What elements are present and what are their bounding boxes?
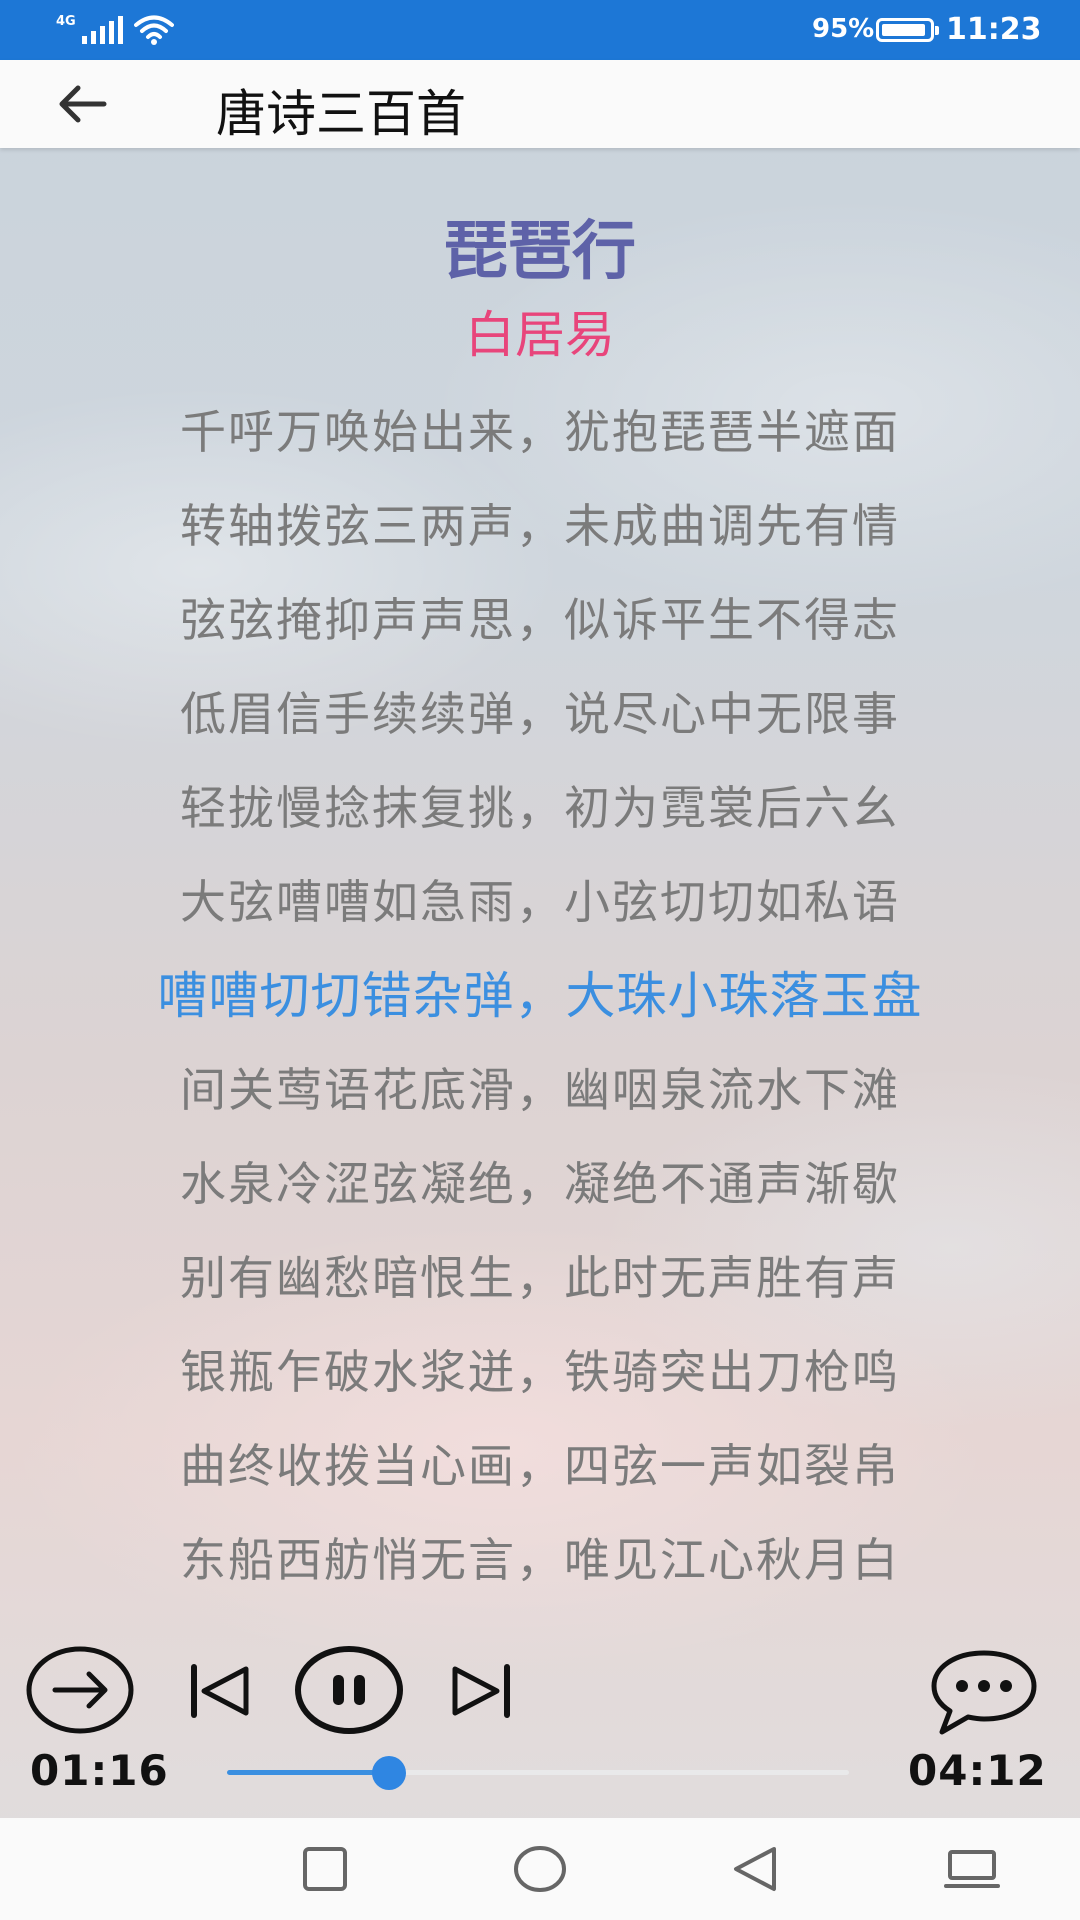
chat-bubble-icon[interactable] <box>928 1648 1040 1736</box>
poem-line[interactable]: 千呼万唤始出来，犹抱琵琶半遮面 <box>0 396 1080 490</box>
page-title: 唐诗三百首 <box>216 85 466 143</box>
poem-line[interactable]: 转轴拨弦三两声，未成曲调先有情 <box>0 490 1080 584</box>
arrow-left-icon[interactable] <box>52 78 112 130</box>
current-time: 01:16 <box>30 1746 169 1795</box>
poem-title: 琵琶行 <box>444 215 636 289</box>
skip-next-icon[interactable] <box>449 1663 513 1719</box>
poem-line[interactable]: 曲终收拨当心画，四弦一声如裂帛 <box>0 1430 1080 1524</box>
poem-line[interactable]: 水泉冷涩弦凝绝，凝绝不通声渐歇 <box>0 1148 1080 1242</box>
progress-slider[interactable] <box>227 1756 849 1790</box>
poem-author: 白居易 <box>465 306 615 364</box>
pause-circle-icon[interactable] <box>294 1645 404 1735</box>
progress-thumb[interactable] <box>371 1756 406 1790</box>
clock: 11:23 <box>946 12 1042 47</box>
progress-played <box>227 1770 389 1775</box>
poem-line-active[interactable]: 嘈嘈切切错杂弹，大珠小珠落玉盘 <box>0 960 1080 1054</box>
total-time: 04:12 <box>908 1746 1047 1795</box>
signal-icon <box>82 16 123 44</box>
circle-arrow-right-icon[interactable] <box>25 1645 135 1735</box>
square-icon[interactable] <box>300 1844 350 1894</box>
app-bar: 唐诗三百首 <box>0 60 1080 148</box>
battery-icon <box>876 18 939 42</box>
poem-lines: 千呼万唤始出来，犹抱琵琶半遮面 转轴拨弦三两声，未成曲调先有情 弦弦掩抑声声思，… <box>0 396 1080 1618</box>
keyboard-icon[interactable] <box>944 1844 1000 1894</box>
poem-line[interactable]: 大弦嘈嘈如急雨，小弦切切如私语 <box>0 866 1080 960</box>
triangle-back-icon[interactable] <box>728 1844 780 1894</box>
poem-line[interactable]: 轻拢慢捻抹复挑，初为霓裳后六幺 <box>0 772 1080 866</box>
wifi-icon <box>134 15 174 45</box>
poem-line[interactable]: 东船西舫悄无言，唯见江心秋月白 <box>0 1524 1080 1618</box>
poem-line[interactable]: 低眉信手续续弹，说尽心中无限事 <box>0 678 1080 772</box>
skip-previous-icon[interactable] <box>188 1663 252 1719</box>
circle-icon[interactable] <box>512 1844 568 1894</box>
status-bar: 4G 95% 11:23 <box>0 0 1080 60</box>
poem-line[interactable]: 银瓶乍破水浆迸，铁骑突出刀枪鸣 <box>0 1336 1080 1430</box>
system-nav-bar <box>0 1818 1080 1920</box>
poem-line[interactable]: 间关莺语花底滑，幽咽泉流水下滩 <box>0 1054 1080 1148</box>
poem-line[interactable]: 弦弦掩抑声声思，似诉平生不得志 <box>0 584 1080 678</box>
network-type: 4G <box>56 14 76 29</box>
battery-percent: 95% <box>812 14 875 44</box>
poem-line[interactable]: 别有幽愁暗恨生，此时无声胜有声 <box>0 1242 1080 1336</box>
